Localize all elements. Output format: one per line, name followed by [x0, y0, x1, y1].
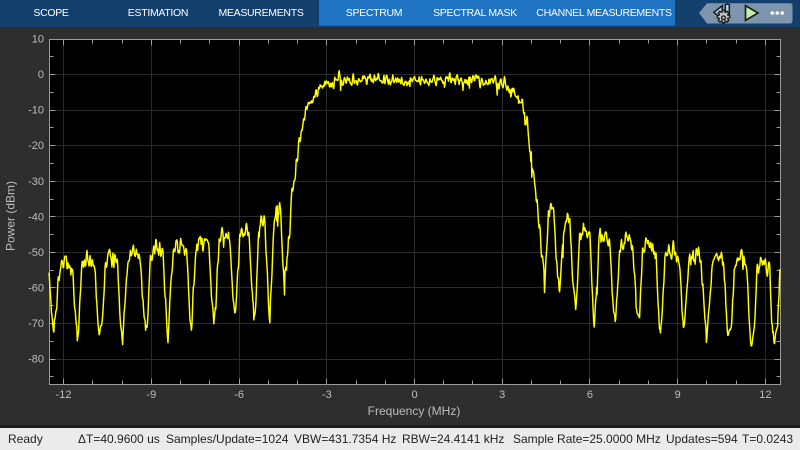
svg-text:-60: -60: [28, 283, 44, 295]
svg-text:-9: -9: [146, 389, 156, 401]
svg-text:0: 0: [38, 69, 44, 81]
svg-text:-3: -3: [322, 389, 332, 401]
svg-text:-30: -30: [28, 176, 44, 188]
svg-text:-70: -70: [28, 318, 44, 330]
svg-text:9: 9: [675, 389, 681, 401]
svg-text:0: 0: [411, 389, 417, 401]
svg-text:-12: -12: [56, 389, 72, 401]
svg-text:-6: -6: [234, 389, 244, 401]
svg-text:6: 6: [587, 389, 593, 401]
svg-text:12: 12: [759, 389, 771, 401]
svg-text:-40: -40: [28, 211, 44, 223]
svg-text:-50: -50: [28, 247, 44, 259]
svg-text:10: 10: [32, 34, 44, 46]
svg-text:-20: -20: [28, 140, 44, 152]
svg-text:-10: -10: [28, 105, 44, 117]
svg-text:Frequency (MHz): Frequency (MHz): [368, 404, 461, 418]
svg-text:3: 3: [499, 389, 505, 401]
svg-text:Power (dBm): Power (dBm): [4, 181, 18, 251]
svg-text:-80: -80: [28, 354, 44, 366]
